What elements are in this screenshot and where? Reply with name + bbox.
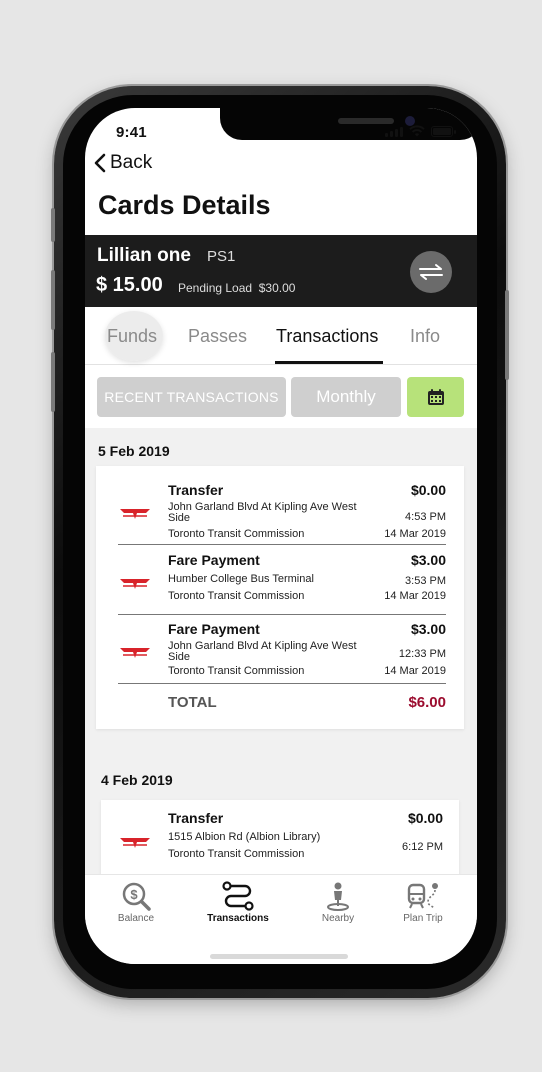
battery-icon xyxy=(431,126,456,137)
monthly-button[interactable]: Monthly xyxy=(291,377,401,417)
bottom-navigation: $ Balance Transactions Nearby Plan Trip xyxy=(85,874,477,964)
status-time: 9:41 xyxy=(116,124,147,141)
transaction-location: 1515 Albion Rd (Albion Library) xyxy=(168,831,321,843)
group-date: 5 Feb 2019 xyxy=(98,443,170,459)
transaction-amount: $0.00 xyxy=(407,810,443,826)
transaction-type: Transfer xyxy=(168,482,224,498)
tab-bar: Funds Passes Transactions Info xyxy=(85,307,477,365)
transaction-location: John Garland Blvd At Kipling Ave West Si… xyxy=(168,640,357,663)
card-balance: $ 15.00 xyxy=(96,274,163,296)
back-label: Back xyxy=(110,152,153,173)
swap-arrows-icon xyxy=(419,264,443,280)
transaction-time: 4:53 PM xyxy=(405,511,446,523)
speaker-grille xyxy=(338,118,394,124)
power-button xyxy=(505,290,509,380)
transactions-list: 5 Feb 2019 Transfer John Garland Blvd At… xyxy=(85,428,477,874)
home-indicator xyxy=(210,954,348,959)
tab-info[interactable]: Info xyxy=(410,326,440,347)
transaction-time: 3:53 PM xyxy=(405,575,446,587)
ttc-logo-icon xyxy=(120,838,150,848)
cellular-signal-icon xyxy=(385,127,403,137)
tab-funds[interactable]: Funds xyxy=(107,326,157,347)
transaction-date: 14 Mar 2019 xyxy=(384,528,446,540)
svg-text:$: $ xyxy=(130,887,138,902)
page-title: Cards Details xyxy=(98,190,271,220)
transaction-time: 12:33 PM xyxy=(398,648,446,660)
transaction-row[interactable]: Fare Payment Humber College Bus Terminal… xyxy=(96,552,464,612)
pending-label: Pending Load xyxy=(178,281,253,295)
card-summary: Lillian one PS1 $ 15.00 Pending Load $30… xyxy=(85,235,477,307)
transaction-agency: Toronto Transit Commission xyxy=(168,590,305,602)
transaction-row[interactable]: Transfer 1515 Albion Rd (Albion Library)… xyxy=(101,810,459,870)
pending-amount: $30.00 xyxy=(258,281,296,295)
calendar-icon xyxy=(427,389,444,405)
filter-bar: RECENT TRANSACTIONS Monthly xyxy=(85,365,477,428)
transaction-type: Fare Payment xyxy=(168,552,260,568)
app-screen: 9:41 Back Cards Details Lillian one PS1 … xyxy=(85,108,477,964)
transaction-row[interactable]: Transfer John Garland Blvd At Kipling Av… xyxy=(96,482,464,542)
tab-passes[interactable]: Passes xyxy=(188,326,247,347)
chevron-left-icon xyxy=(94,153,106,173)
nav-label: Balance xyxy=(117,913,155,924)
nav-label: Nearby xyxy=(321,913,355,924)
ttc-logo-icon xyxy=(120,509,150,519)
nav-nearby[interactable]: Nearby xyxy=(293,881,383,924)
row-divider xyxy=(118,683,446,684)
status-icons xyxy=(385,125,456,137)
volume-down-button xyxy=(51,352,55,412)
nearby-icon xyxy=(327,882,349,911)
nav-label: Transactions xyxy=(207,913,269,924)
transaction-row[interactable]: Fare Payment John Garland Blvd At Kiplin… xyxy=(96,621,464,681)
group-date: 4 Feb 2019 xyxy=(101,772,173,788)
transaction-agency: Toronto Transit Commission xyxy=(168,528,305,540)
transaction-agency: Toronto Transit Commission xyxy=(168,665,305,677)
row-divider xyxy=(118,614,446,615)
pending-load: Pending Load $30.00 xyxy=(178,281,295,295)
volume-up-button xyxy=(51,270,55,330)
ttc-logo-icon xyxy=(120,579,150,589)
ttc-logo-icon xyxy=(120,648,150,658)
transaction-amount: $0.00 xyxy=(410,482,446,498)
nav-plan-trip[interactable]: Plan Trip xyxy=(378,881,468,924)
active-tab-indicator xyxy=(275,361,383,364)
transaction-amount: $3.00 xyxy=(410,621,446,637)
transaction-type: Fare Payment xyxy=(168,621,260,637)
nav-label: Plan Trip xyxy=(403,913,443,924)
plan-trip-icon xyxy=(407,883,438,909)
transactions-icon xyxy=(222,881,254,911)
switch-card-button[interactable] xyxy=(410,251,452,293)
balance-icon: $ xyxy=(122,882,151,911)
transaction-group-card: Transfer 1515 Albion Rd (Albion Library)… xyxy=(101,800,459,874)
calendar-button[interactable] xyxy=(407,377,464,417)
wifi-icon xyxy=(409,125,425,137)
transaction-amount: $3.00 xyxy=(410,552,446,568)
mute-switch xyxy=(51,208,55,242)
transaction-type: Transfer xyxy=(168,810,224,826)
nav-transactions[interactable]: Transactions xyxy=(193,881,283,924)
card-name: Lillian one xyxy=(97,245,191,266)
tab-transactions[interactable]: Transactions xyxy=(276,326,378,347)
nav-balance[interactable]: $ Balance xyxy=(91,881,181,924)
transaction-agency: Toronto Transit Commission xyxy=(168,848,305,860)
transaction-time: 6:12 PM xyxy=(402,841,443,853)
total-label: TOTAL xyxy=(168,694,217,711)
back-button[interactable]: Back xyxy=(94,152,152,174)
row-divider xyxy=(118,544,446,545)
transaction-date: 14 Mar 2019 xyxy=(384,665,446,677)
transaction-group-card: Transfer John Garland Blvd At Kipling Av… xyxy=(96,466,464,729)
recent-transactions-button[interactable]: RECENT TRANSACTIONS xyxy=(97,377,286,417)
card-type: PS1 xyxy=(207,248,236,265)
transaction-date: 14 Mar 2019 xyxy=(384,590,446,602)
transaction-location: John Garland Blvd At Kipling Ave West Si… xyxy=(168,501,357,524)
total-amount: $6.00 xyxy=(408,694,446,711)
transaction-location: Humber College Bus Terminal xyxy=(168,573,314,585)
